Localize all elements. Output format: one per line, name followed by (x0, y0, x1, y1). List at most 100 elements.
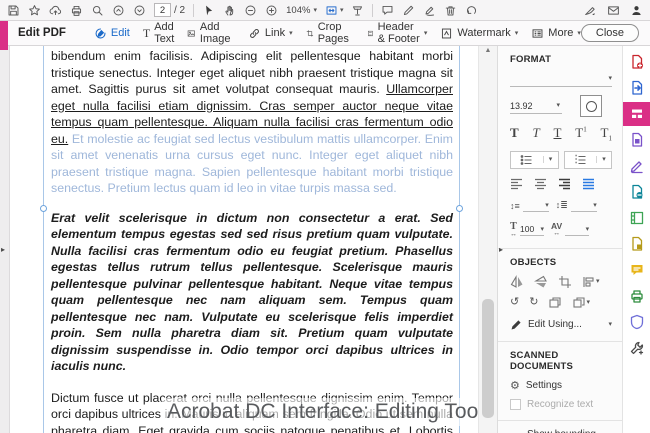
edit-mode-button[interactable]: Edit (94, 27, 130, 40)
scrollbar-thumb[interactable] (482, 299, 494, 418)
justify-button[interactable] (582, 178, 595, 190)
vertical-scrollbar[interactable]: ▲ (478, 46, 497, 433)
comment-icon[interactable] (628, 261, 646, 279)
comment-tool-button[interactable] (381, 4, 394, 17)
previous-page-button[interactable] (112, 4, 125, 17)
zoom-level-dropdown[interactable]: 104% ▾ (286, 5, 317, 16)
sign-tool-button[interactable] (423, 4, 436, 17)
bold-button[interactable]: T (510, 126, 519, 139)
paragraph[interactable]: bibendum enim facilisis. Adipiscing elit… (51, 46, 453, 197)
align-right-button[interactable] (558, 178, 571, 190)
align-left-button[interactable] (510, 178, 523, 190)
show-bounding-boxes-checkbox[interactable]: Show bounding boxes (510, 429, 612, 433)
convert-pdf-icon[interactable] (628, 131, 646, 149)
nav-pane-expand-arrow[interactable]: ▸ (1, 245, 5, 254)
select-tool-button[interactable] (202, 4, 215, 17)
underline-button[interactable]: T (554, 126, 562, 139)
more-tools-icon[interactable] (628, 339, 646, 357)
panel-collapse-arrow[interactable]: ▸ (499, 245, 503, 254)
fill-sign-pen-button[interactable] (584, 4, 597, 17)
numbered-list-dropdown[interactable]: ▾ (563, 150, 612, 169)
add-text-button[interactable]: T Add Text (143, 21, 175, 45)
chevron-down-icon: ▾ (556, 102, 560, 109)
export-pdf-icon[interactable] (628, 79, 646, 97)
subscript-button[interactable]: T1 (601, 126, 612, 143)
faded-blue-text: Et molestie ac feugiat sed lectus vestib… (51, 131, 453, 196)
scan-ocr-icon[interactable] (628, 209, 646, 227)
page-number-input[interactable]: 2 (154, 3, 171, 17)
delete-tool-button[interactable] (444, 4, 457, 17)
numbered-list-icon (565, 154, 597, 166)
selection-handle[interactable] (456, 205, 463, 212)
paragraph-italic[interactable]: Erat velit scelerisque in dictum non con… (51, 210, 453, 375)
save-button[interactable] (7, 4, 20, 17)
fit-width-button[interactable]: ▾ (325, 4, 343, 17)
line-spacing-icon: ↕≡ (510, 200, 520, 211)
edit-pdf-icon-active[interactable] (622, 102, 650, 126)
font-size-dropdown[interactable]: 13.92 ▾ (510, 99, 562, 114)
rotate-left-button[interactable]: ↺ (510, 297, 519, 308)
restore-tool-button[interactable] (465, 4, 478, 17)
more-dropdown-button[interactable]: More ▾ (531, 27, 581, 40)
nav-pane-strip: ▸ (0, 46, 10, 433)
send-mail-button[interactable] (607, 4, 620, 17)
print-production-icon[interactable] (628, 287, 646, 305)
chevron-down-icon: ▾ (608, 321, 612, 329)
scroll-up-arrow[interactable]: ▲ (479, 47, 497, 54)
combine-files-icon[interactable] (628, 183, 646, 201)
align-center-button[interactable] (534, 178, 547, 190)
search-icon[interactable] (91, 4, 104, 17)
character-spacing-dropdown[interactable]: ▾ (565, 224, 590, 236)
account-icon[interactable] (630, 4, 643, 17)
divider (498, 419, 622, 421)
pencil-annotation-button[interactable] (402, 4, 415, 17)
selection-handle[interactable] (40, 205, 47, 212)
crop-object-button[interactable] (558, 275, 572, 289)
close-button[interactable]: Close (580, 24, 639, 42)
create-pdf-icon[interactable] (628, 53, 646, 71)
chevron-down-icon: ▾ (542, 156, 558, 164)
font-color-button[interactable] (580, 95, 602, 117)
organize-pages-icon[interactable] (628, 235, 646, 253)
text-bounding-box[interactable]: bibendum enim facilisis. Adipiscing elit… (40, 46, 463, 433)
next-page-button[interactable] (133, 4, 146, 17)
horizontal-scale-dropdown[interactable]: 100 ▾ (520, 224, 544, 236)
add-image-button[interactable]: Add Image (187, 21, 235, 45)
zoom-out-button[interactable] (244, 4, 257, 17)
link-dropdown-button[interactable]: Link ▾ (248, 27, 293, 40)
page-display-button[interactable] (351, 4, 364, 17)
chevron-down-icon: ▾ (596, 156, 611, 164)
star-button[interactable] (28, 4, 41, 17)
font-family-dropdown[interactable]: ▾ (510, 71, 612, 87)
bullet-list-dropdown[interactable]: ▾ (510, 150, 559, 169)
toolbar-title: Edit PDF (18, 27, 66, 39)
align-objects-button[interactable] (582, 275, 596, 289)
gear-icon: ⚙ (510, 379, 520, 392)
flip-vertical-button[interactable] (534, 275, 548, 289)
watermark-dropdown-button[interactable]: Watermark ▾ (440, 27, 518, 40)
replace-image-button[interactable] (548, 296, 562, 310)
paragraph-spacing-dropdown[interactable]: ▾ (570, 200, 597, 212)
edit-using-button[interactable]: Edit Using... ▾ (510, 319, 612, 331)
superscript-button[interactable]: T1 (575, 126, 586, 139)
rotate-right-button[interactable]: ↻ (529, 297, 538, 308)
hand-tool-button[interactable] (223, 4, 236, 17)
divider (193, 3, 195, 17)
crop-pages-button[interactable]: Crop Pages (306, 21, 354, 45)
line-spacing-dropdown[interactable]: ▾ (522, 200, 549, 212)
settings-button[interactable]: ⚙ Settings (510, 379, 612, 392)
print-button[interactable] (70, 4, 83, 17)
fill-and-sign-icon[interactable] (628, 157, 646, 175)
acrobat-window: 2 / 2 104% ▾ ▾ Edit PDF Edit T Add Text … (0, 0, 650, 433)
header-footer-dropdown-button[interactable]: Header & Footer ▾ (367, 21, 427, 45)
italic-button[interactable]: T (532, 126, 539, 139)
share-cloud-button[interactable] (49, 4, 62, 17)
format-title: FORMAT (510, 54, 552, 65)
arrange-objects-button[interactable] (572, 296, 586, 310)
flip-horizontal-button[interactable] (510, 274, 524, 289)
protect-icon[interactable] (628, 313, 646, 331)
zoom-in-button[interactable] (265, 4, 278, 17)
document-canvas: bibendum enim facilisis. Adipiscing elit… (10, 46, 478, 433)
bullet-list-icon (511, 154, 543, 166)
format-panel: ▸ FORMAT ▾ 13.92 ▾ T T T T1 T1 ▾ ▾ ↕≡ ▾ … (497, 46, 622, 433)
